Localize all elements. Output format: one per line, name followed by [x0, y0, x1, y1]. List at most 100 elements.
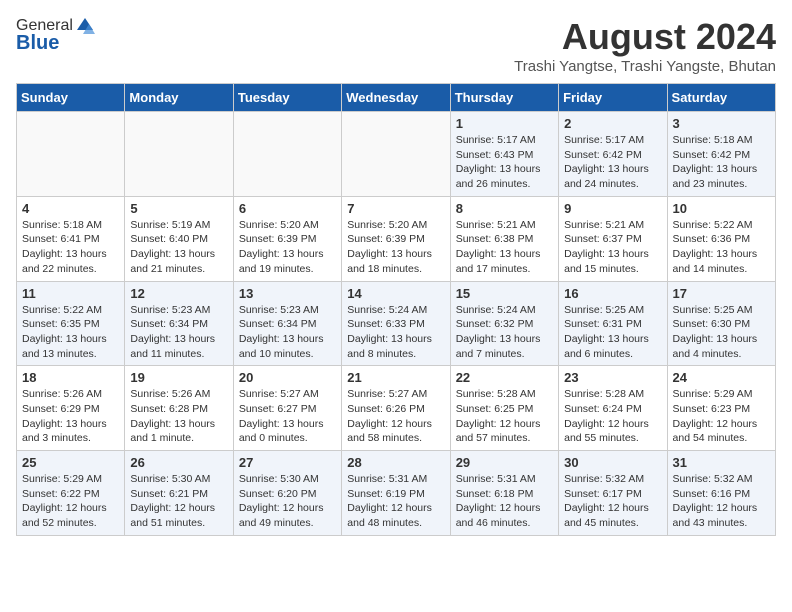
day-number: 14 — [347, 286, 444, 301]
day-number: 31 — [673, 455, 770, 470]
day-number: 1 — [456, 116, 553, 131]
calendar-cell — [342, 112, 450, 197]
day-number: 9 — [564, 201, 661, 216]
day-number: 24 — [673, 370, 770, 385]
calendar-cell: 4 Sunrise: 5:18 AMSunset: 6:41 PMDaylight… — [17, 196, 125, 281]
day-number: 20 — [239, 370, 336, 385]
day-detail: Sunrise: 5:21 AMSunset: 6:38 PMDaylight:… — [456, 218, 553, 277]
calendar-cell: 15 Sunrise: 5:24 AMSunset: 6:32 PMDayligh… — [450, 281, 558, 366]
day-number: 5 — [130, 201, 227, 216]
calendar-cell: 24Sunrise: 5:29 AMSunset: 6:23 PMDayligh… — [667, 366, 775, 451]
calendar-week-row: 11 Sunrise: 5:22 AMSunset: 6:35 PMDayligh… — [17, 281, 776, 366]
day-number: 18 — [22, 370, 119, 385]
day-number: 10 — [673, 201, 770, 216]
calendar-cell: 23 Sunrise: 5:28 AMSunset: 6:24 PMDayligh… — [559, 366, 667, 451]
day-detail: Sunrise: 5:22 AMSunset: 6:36 PMDaylight:… — [673, 218, 770, 277]
day-detail: Sunrise: 5:24 AMSunset: 6:32 PMDaylight:… — [456, 303, 553, 362]
header-cell-saturday: Saturday — [667, 84, 775, 112]
calendar-cell: 10 Sunrise: 5:22 AMSunset: 6:36 PMDayligh… — [667, 196, 775, 281]
calendar-cell: 19Sunrise: 5:26 AMSunset: 6:28 PMDayligh… — [125, 366, 233, 451]
day-number: 17 — [673, 286, 770, 301]
day-detail: Sunrise: 5:28 AMSunset: 6:24 PMDaylight:… — [564, 387, 661, 446]
header-cell-wednesday: Wednesday — [342, 84, 450, 112]
day-detail: Sunrise: 5:29 AMSunset: 6:22 PMDaylight:… — [22, 472, 119, 531]
calendar-cell: 30Sunrise: 5:32 AMSunset: 6:17 PMDayligh… — [559, 451, 667, 536]
calendar-cell: 13 Sunrise: 5:23 AMSunset: 6:34 PMDayligh… — [233, 281, 341, 366]
day-number: 16 — [564, 286, 661, 301]
location-subtitle: Trashi Yangtse, Trashi Yangste, Bhutan — [514, 58, 776, 75]
day-detail: Sunrise: 5:31 AMSunset: 6:19 PMDaylight:… — [347, 472, 444, 531]
day-detail: Sunrise: 5:21 AMSunset: 6:37 PMDaylight:… — [564, 218, 661, 277]
day-number: 13 — [239, 286, 336, 301]
header-row: SundayMondayTuesdayWednesdayThursdayFrid… — [17, 84, 776, 112]
day-detail: Sunrise: 5:26 AMSunset: 6:28 PMDaylight:… — [130, 387, 227, 446]
day-detail: Sunrise: 5:30 AMSunset: 6:21 PMDaylight:… — [130, 472, 227, 531]
calendar-cell: 18 Sunrise: 5:26 AMSunset: 6:29 PMDayligh… — [17, 366, 125, 451]
day-number: 8 — [456, 201, 553, 216]
calendar-cell: 25Sunrise: 5:29 AMSunset: 6:22 PMDayligh… — [17, 451, 125, 536]
calendar-cell: 11 Sunrise: 5:22 AMSunset: 6:35 PMDayligh… — [17, 281, 125, 366]
day-number: 12 — [130, 286, 227, 301]
day-detail: Sunrise: 5:17 AMSunset: 6:42 PMDaylight:… — [564, 133, 661, 192]
calendar-cell: 21 Sunrise: 5:27 AMSunset: 6:26 PMDayligh… — [342, 366, 450, 451]
calendar-cell: 17 Sunrise: 5:25 AMSunset: 6:30 PMDayligh… — [667, 281, 775, 366]
day-number: 11 — [22, 286, 119, 301]
calendar-cell: 20Sunrise: 5:27 AMSunset: 6:27 PMDayligh… — [233, 366, 341, 451]
day-detail: Sunrise: 5:31 AMSunset: 6:18 PMDaylight:… — [456, 472, 553, 531]
calendar-cell: 6 Sunrise: 5:20 AMSunset: 6:39 PMDaylight… — [233, 196, 341, 281]
calendar-week-row: 18 Sunrise: 5:26 AMSunset: 6:29 PMDayligh… — [17, 366, 776, 451]
day-number: 26 — [130, 455, 227, 470]
calendar-cell: 8 Sunrise: 5:21 AMSunset: 6:38 PMDaylight… — [450, 196, 558, 281]
calendar-cell — [17, 112, 125, 197]
header: General Blue August 2024 Trashi Yangtse,… — [16, 16, 776, 75]
calendar-cell — [233, 112, 341, 197]
day-number: 28 — [347, 455, 444, 470]
day-number: 3 — [673, 116, 770, 131]
calendar-cell: 27Sunrise: 5:30 AMSunset: 6:20 PMDayligh… — [233, 451, 341, 536]
calendar-week-row: 1Sunrise: 5:17 AMSunset: 6:43 PMDaylight… — [17, 112, 776, 197]
day-number: 4 — [22, 201, 119, 216]
day-detail: Sunrise: 5:18 AMSunset: 6:42 PMDaylight:… — [673, 133, 770, 192]
day-number: 15 — [456, 286, 553, 301]
logo-blue-text: Blue — [16, 32, 59, 55]
header-cell-monday: Monday — [125, 84, 233, 112]
calendar-cell: 1Sunrise: 5:17 AMSunset: 6:43 PMDaylight… — [450, 112, 558, 197]
day-detail: Sunrise: 5:26 AMSunset: 6:29 PMDaylight:… — [22, 387, 119, 446]
month-title: August 2024 — [514, 16, 776, 58]
header-cell-sunday: Sunday — [17, 84, 125, 112]
day-detail: Sunrise: 5:19 AMSunset: 6:40 PMDaylight:… — [130, 218, 227, 277]
day-detail: Sunrise: 5:23 AMSunset: 6:34 PMDaylight:… — [239, 303, 336, 362]
calendar-week-row: 25Sunrise: 5:29 AMSunset: 6:22 PMDayligh… — [17, 451, 776, 536]
day-detail: Sunrise: 5:20 AMSunset: 6:39 PMDaylight:… — [239, 218, 336, 277]
calendar-cell: 3 Sunrise: 5:18 AMSunset: 6:42 PMDaylight… — [667, 112, 775, 197]
calendar-week-row: 4 Sunrise: 5:18 AMSunset: 6:41 PMDaylight… — [17, 196, 776, 281]
header-cell-thursday: Thursday — [450, 84, 558, 112]
calendar-cell: 12 Sunrise: 5:23 AMSunset: 6:34 PMDayligh… — [125, 281, 233, 366]
calendar-cell — [125, 112, 233, 197]
day-number: 29 — [456, 455, 553, 470]
day-number: 21 — [347, 370, 444, 385]
day-number: 7 — [347, 201, 444, 216]
day-detail: Sunrise: 5:32 AMSunset: 6:16 PMDaylight:… — [673, 472, 770, 531]
day-number: 6 — [239, 201, 336, 216]
day-number: 22 — [456, 370, 553, 385]
day-detail: Sunrise: 5:27 AMSunset: 6:26 PMDaylight:… — [347, 387, 444, 446]
calendar-cell: 31 Sunrise: 5:32 AMSunset: 6:16 PMDayligh… — [667, 451, 775, 536]
day-detail: Sunrise: 5:25 AMSunset: 6:31 PMDaylight:… — [564, 303, 661, 362]
day-number: 30 — [564, 455, 661, 470]
day-number: 23 — [564, 370, 661, 385]
calendar-cell: 26 Sunrise: 5:30 AMSunset: 6:21 PMDayligh… — [125, 451, 233, 536]
logo: General Blue — [16, 16, 95, 55]
day-detail: Sunrise: 5:25 AMSunset: 6:30 PMDaylight:… — [673, 303, 770, 362]
day-detail: Sunrise: 5:18 AMSunset: 6:41 PMDaylight:… — [22, 218, 119, 277]
calendar-cell: 5 Sunrise: 5:19 AMSunset: 6:40 PMDaylight… — [125, 196, 233, 281]
header-cell-tuesday: Tuesday — [233, 84, 341, 112]
calendar-cell: 28 Sunrise: 5:31 AMSunset: 6:19 PMDayligh… — [342, 451, 450, 536]
day-number: 27 — [239, 455, 336, 470]
calendar-cell: 14Sunrise: 5:24 AMSunset: 6:33 PMDayligh… — [342, 281, 450, 366]
calendar-cell: 7Sunrise: 5:20 AMSunset: 6:39 PMDaylight… — [342, 196, 450, 281]
day-detail: Sunrise: 5:22 AMSunset: 6:35 PMDaylight:… — [22, 303, 119, 362]
calendar-cell: 22Sunrise: 5:28 AMSunset: 6:25 PMDayligh… — [450, 366, 558, 451]
day-detail: Sunrise: 5:23 AMSunset: 6:34 PMDaylight:… — [130, 303, 227, 362]
day-number: 2 — [564, 116, 661, 131]
